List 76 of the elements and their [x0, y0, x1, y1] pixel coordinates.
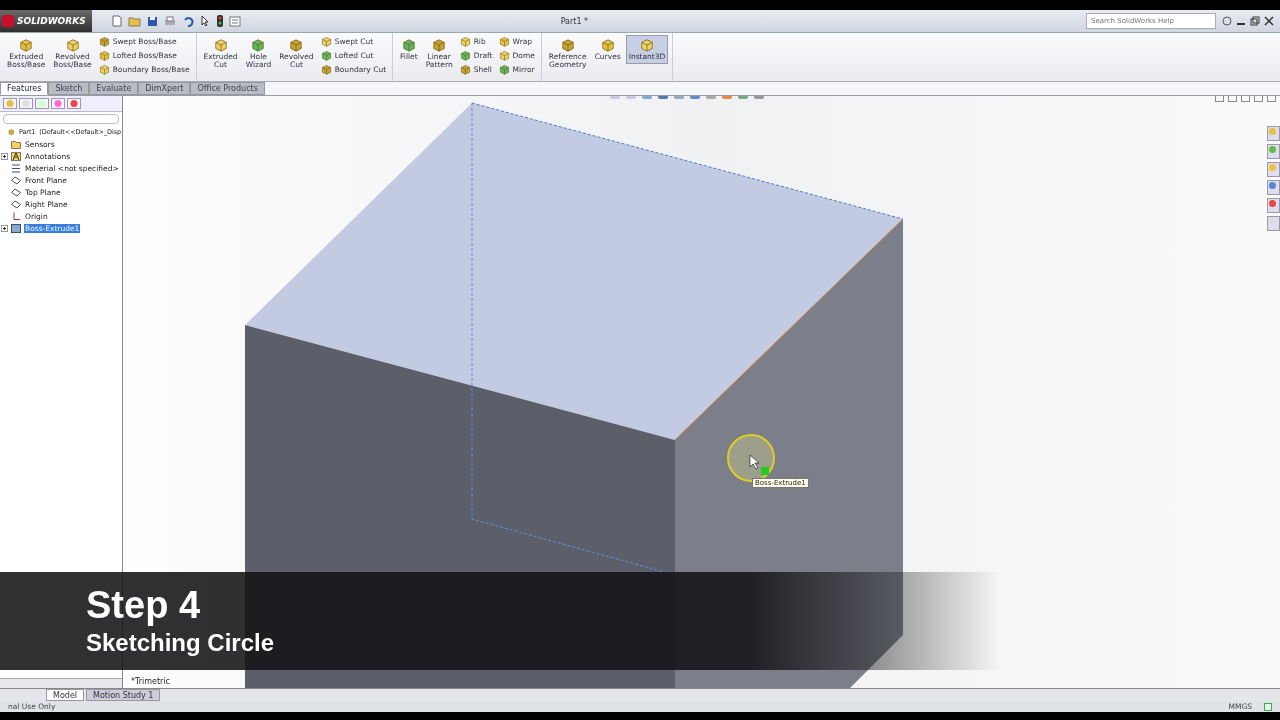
- cube-icon: [401, 38, 416, 52]
- command-tab[interactable]: DimXpert: [138, 82, 191, 95]
- task-pane-tab[interactable]: [1267, 216, 1280, 231]
- cube-icon: [459, 50, 471, 61]
- list-icon: [11, 163, 21, 173]
- options-icon[interactable]: [228, 15, 241, 27]
- command-tab[interactable]: Evaluate: [89, 82, 139, 95]
- cube-icon: [213, 38, 228, 52]
- cube-icon: [498, 64, 510, 75]
- task-pane-tab[interactable]: [1267, 198, 1280, 213]
- cursor-icon: [749, 454, 769, 475]
- circle-icon: [1268, 199, 1277, 208]
- task-pane-tab[interactable]: [1267, 126, 1280, 141]
- feature-icon: [11, 223, 21, 233]
- caption-subtitle: Sketching Circle: [86, 628, 276, 657]
- expand-icon[interactable]: [0, 224, 8, 232]
- cube-icon: [498, 50, 510, 61]
- circle-icon: [1268, 217, 1277, 226]
- cube-icon: [98, 50, 110, 61]
- cursor-highlight-icon: [727, 434, 775, 482]
- traffic-light-icon[interactable]: [216, 15, 223, 27]
- study-tab[interactable]: Motion Study 1: [86, 689, 161, 701]
- help-icon[interactable]: [1264, 702, 1272, 711]
- cube-icon: [19, 38, 34, 52]
- study-tab[interactable]: Model: [46, 689, 85, 701]
- cube-icon: [65, 38, 80, 52]
- cube-icon: [98, 64, 110, 75]
- help-icon[interactable]: [1222, 16, 1232, 26]
- panel-tab-icon[interactable]: [19, 98, 33, 109]
- cube-icon: [320, 36, 332, 47]
- cube-icon: [432, 38, 447, 52]
- logo-icon: [2, 15, 14, 27]
- cube-icon: [8, 127, 15, 137]
- circle-icon: [1268, 163, 1277, 172]
- new-document-icon[interactable]: [111, 15, 122, 27]
- cube-icon: [251, 38, 266, 52]
- cube-icon: [98, 36, 110, 47]
- command-tab[interactable]: Sketch: [48, 82, 90, 95]
- filter-field[interactable]: [3, 114, 119, 124]
- command-tab[interactable]: Features: [0, 82, 49, 95]
- task-pane-tab[interactable]: [1267, 144, 1280, 159]
- close-icon[interactable]: [1264, 16, 1274, 26]
- circle-icon: [1268, 181, 1277, 190]
- cube-icon: [640, 38, 654, 52]
- task-pane-tab[interactable]: [1267, 180, 1280, 195]
- folder-icon: [11, 139, 21, 149]
- expand-icon[interactable]: [0, 152, 8, 160]
- panel-tab-icon[interactable]: [3, 98, 17, 109]
- circle-icon: [1268, 145, 1277, 154]
- folder-icon[interactable]: [127, 15, 141, 27]
- task-pane-tab[interactable]: [1267, 162, 1280, 177]
- caption-title: Step 4: [86, 585, 202, 627]
- cube-icon: [600, 38, 615, 52]
- app-logo: SOLIDWORKS: [17, 16, 86, 26]
- panel-tab-icon[interactable]: [67, 98, 81, 109]
- cube-icon: [320, 64, 332, 75]
- letter-a-icon: [11, 151, 21, 161]
- cube-icon: [459, 36, 471, 47]
- cube-icon: [459, 64, 471, 75]
- pointer-icon[interactable]: [199, 15, 211, 27]
- cube-icon: [320, 50, 332, 61]
- view-orientation-label: *Trimetric: [129, 677, 172, 686]
- restore-icon[interactable]: [1250, 16, 1260, 26]
- save-icon[interactable]: [146, 15, 158, 27]
- undo-icon[interactable]: [181, 15, 194, 27]
- panel-tab-icon[interactable]: [51, 98, 65, 109]
- command-tab[interactable]: Office Products: [190, 82, 265, 95]
- origin-icon: [11, 211, 21, 221]
- panel-tab-icon[interactable]: [35, 98, 49, 109]
- cube-icon: [289, 38, 304, 52]
- document-title: Part1 *: [560, 16, 589, 26]
- cube-icon: [560, 38, 575, 52]
- cube-icon: [498, 36, 510, 47]
- printer-icon[interactable]: [163, 15, 176, 27]
- circle-icon: [1268, 127, 1277, 136]
- horizontal-scrollbar[interactable]: [0, 678, 122, 688]
